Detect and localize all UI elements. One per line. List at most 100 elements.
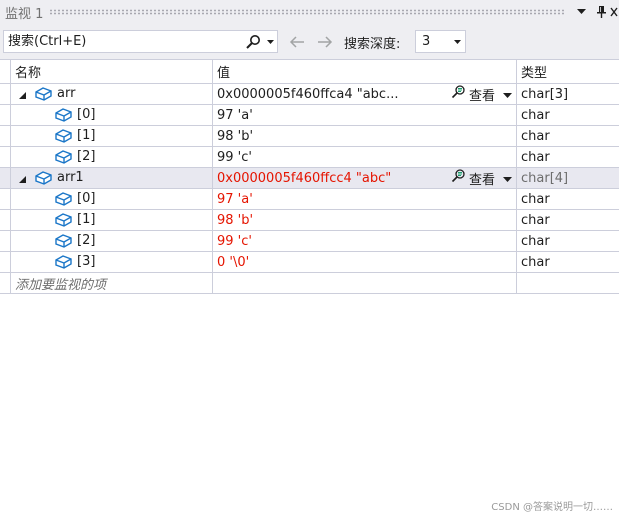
name-cell: arr <box>10 84 213 104</box>
watch-item-name[interactable]: arr <box>57 86 75 101</box>
watch-item-value[interactable]: 97 'a' <box>217 108 253 123</box>
value-cell: 99 'c' <box>213 147 517 167</box>
object-icon <box>54 148 73 166</box>
type-cell: char[4] <box>517 168 619 188</box>
search-input[interactable] <box>4 34 243 49</box>
object-icon <box>34 85 53 103</box>
type-cell: char <box>517 189 619 209</box>
drag-grip[interactable] <box>49 9 565 15</box>
dropdown-icon[interactable] <box>573 4 589 20</box>
watch-item-type: char[4] <box>521 170 569 186</box>
watch-item-value[interactable]: 0x0000005f460ffca4 "abc... <box>217 87 398 102</box>
search-box[interactable] <box>3 30 278 53</box>
name-cell: [2] <box>10 147 213 167</box>
chevron-down-icon[interactable] <box>449 39 465 44</box>
arrow-left-icon[interactable] <box>287 34 307 50</box>
watch-row-arr[interactable]: arr 0x0000005f460ffca4 "abc... 查看 char[3] <box>0 84 619 105</box>
search-options-dropdown-icon[interactable] <box>263 39 277 44</box>
magnifier-icon <box>451 169 467 187</box>
watch-item-type: char <box>521 212 550 228</box>
view-visualizer-button[interactable]: 查看 <box>451 169 512 188</box>
type-cell: char[3] <box>517 84 619 104</box>
watch-child-row[interactable]: [0] 97 'a' char <box>0 189 619 210</box>
name-cell: [0] <box>10 189 213 209</box>
watch-item-type: char <box>521 191 550 207</box>
watch-item-name[interactable]: [0] <box>77 107 95 122</box>
name-cell: arr1 <box>10 168 213 188</box>
watch-item-name[interactable]: [3] <box>77 254 95 269</box>
expand-collapse-icon[interactable] <box>18 173 27 183</box>
grid-header: 名称 值 类型 <box>0 60 619 84</box>
value-cell: 98 'b' <box>213 126 517 146</box>
watermark: CSDN @答案说明一切…… <box>491 502 613 513</box>
object-icon <box>54 232 73 250</box>
value-cell: 0x0000005f460ffcc4 "abc" 查看 <box>213 168 517 188</box>
watch-toolbar: 搜索深度: 3 <box>0 24 619 59</box>
chevron-down-icon[interactable] <box>503 171 512 186</box>
object-icon <box>54 127 73 145</box>
value-cell: 98 'b' <box>213 210 517 230</box>
watch-item-type: char <box>521 128 550 144</box>
watch-item-name[interactable]: [2] <box>77 233 95 248</box>
watch-child-row[interactable]: [2] 99 'c' char <box>0 231 619 252</box>
object-icon <box>54 106 73 124</box>
object-icon <box>54 211 73 229</box>
watch-item-name[interactable]: [1] <box>77 212 95 227</box>
watch-child-row[interactable]: [2] 99 'c' char <box>0 147 619 168</box>
expand-collapse-icon[interactable] <box>18 89 27 99</box>
watch-child-row[interactable]: [1] 98 'b' char <box>0 210 619 231</box>
pin-icon[interactable] <box>593 4 609 20</box>
view-label: 查看 <box>468 172 495 188</box>
value-cell: 0x0000005f460ffca4 "abc... 查看 <box>213 84 517 104</box>
watch-child-row[interactable]: [3] 0 '\0' char <box>0 252 619 273</box>
watch-item-value[interactable]: 97 'a' <box>217 192 253 207</box>
watch-item-name[interactable]: [2] <box>77 149 95 164</box>
chevron-down-icon[interactable] <box>503 87 512 102</box>
watch-child-row[interactable]: [0] 97 'a' char <box>0 105 619 126</box>
type-cell: char <box>517 105 619 125</box>
watch-item-name[interactable]: [0] <box>77 191 95 206</box>
arrow-right-icon[interactable] <box>315 34 335 50</box>
watch-item-value[interactable]: 98 'b' <box>217 129 253 144</box>
watch-child-row[interactable]: [1] 98 'b' char <box>0 126 619 147</box>
type-cell: char <box>517 210 619 230</box>
column-header-type[interactable]: 类型 <box>517 60 619 83</box>
watch-item-type: char <box>521 233 550 249</box>
add-watch-name-cell[interactable]: 添加要监视的项 <box>10 273 213 293</box>
column-header-name-label: 名称 <box>15 66 42 81</box>
watch-item-value[interactable]: 0 '\0' <box>217 255 249 270</box>
add-watch-value-cell <box>213 273 517 293</box>
search-depth-label: 搜索深度: <box>344 37 401 52</box>
object-icon <box>54 253 73 271</box>
watch-item-value[interactable]: 99 'c' <box>217 150 252 165</box>
magnifier-icon <box>451 85 467 103</box>
column-header-value-label: 值 <box>217 66 231 81</box>
watch-row-arr1[interactable]: arr1 0x0000005f460ffcc4 "abc" 查看 char[4] <box>0 168 619 189</box>
search-icon[interactable] <box>243 32 263 52</box>
name-cell: [1] <box>10 126 213 146</box>
close-icon[interactable] <box>609 4 619 20</box>
search-depth-value: 3 <box>422 34 431 49</box>
value-cell: 97 'a' <box>213 105 517 125</box>
watch-item-value[interactable]: 0x0000005f460ffcc4 "abc" <box>217 171 391 186</box>
column-header-value[interactable]: 值 <box>213 60 517 83</box>
watch-item-value[interactable]: 99 'c' <box>217 234 252 249</box>
object-icon <box>54 190 73 208</box>
watch-item-name[interactable]: arr1 <box>57 170 84 185</box>
add-watch-row[interactable]: 添加要监视的项 <box>0 273 619 294</box>
view-visualizer-button[interactable]: 查看 <box>451 85 512 104</box>
watch-item-type: char[3] <box>521 86 569 102</box>
watch-item-value[interactable]: 98 'b' <box>217 213 253 228</box>
type-cell: char <box>517 126 619 146</box>
name-cell: [0] <box>10 105 213 125</box>
name-cell: [3] <box>10 252 213 272</box>
watch-item-type: char <box>521 254 550 270</box>
type-cell: char <box>517 252 619 272</box>
add-watch-placeholder[interactable]: 添加要监视的项 <box>11 274 106 293</box>
column-header-type-label: 类型 <box>521 66 548 81</box>
column-header-name[interactable]: 名称 <box>10 60 213 83</box>
tool-window-titlebar: 监视 1 <box>0 0 619 24</box>
search-depth-select[interactable]: 3 <box>415 30 466 53</box>
watch-item-name[interactable]: [1] <box>77 128 95 143</box>
window-title: 监视 1 <box>5 6 44 22</box>
